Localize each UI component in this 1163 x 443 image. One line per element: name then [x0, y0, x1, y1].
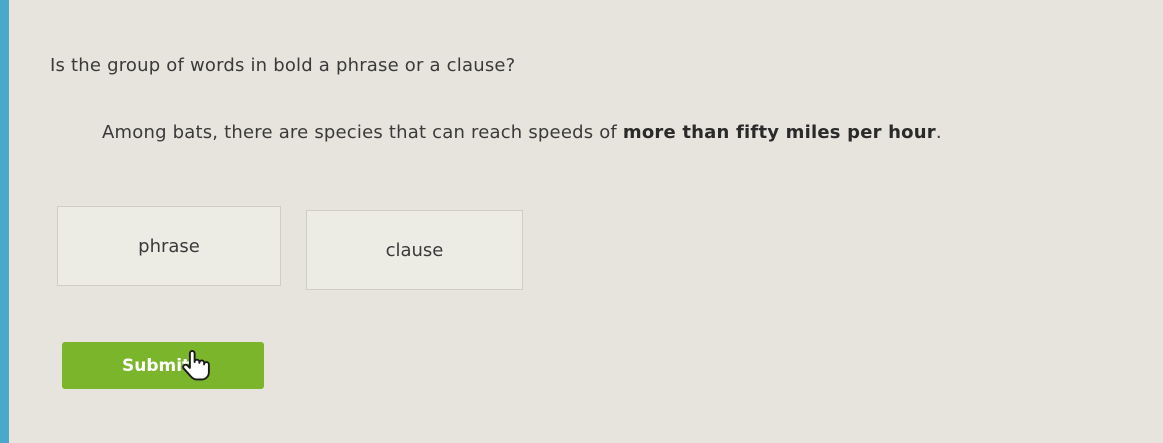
sentence-bold-text: more than fifty miles per hour — [622, 122, 936, 143]
choice-clause-button[interactable]: clause — [306, 210, 523, 290]
pointer-hand-cursor-icon — [182, 350, 210, 381]
sentence-end: . — [935, 122, 942, 143]
choice-clause-label: clause — [385, 239, 444, 261]
question-prompt: Is the group of words in bold a phrase o… — [50, 55, 516, 76]
sentence-normal-text: Among bats, there are species that can r… — [102, 122, 623, 143]
example-sentence: Among bats, there are species that can r… — [102, 117, 1102, 148]
choice-phrase-label: phrase — [138, 235, 200, 257]
accent-strip — [0, 0, 9, 443]
choice-phrase-button[interactable]: phrase — [57, 206, 281, 286]
submit-button[interactable]: Submit — [62, 342, 264, 389]
